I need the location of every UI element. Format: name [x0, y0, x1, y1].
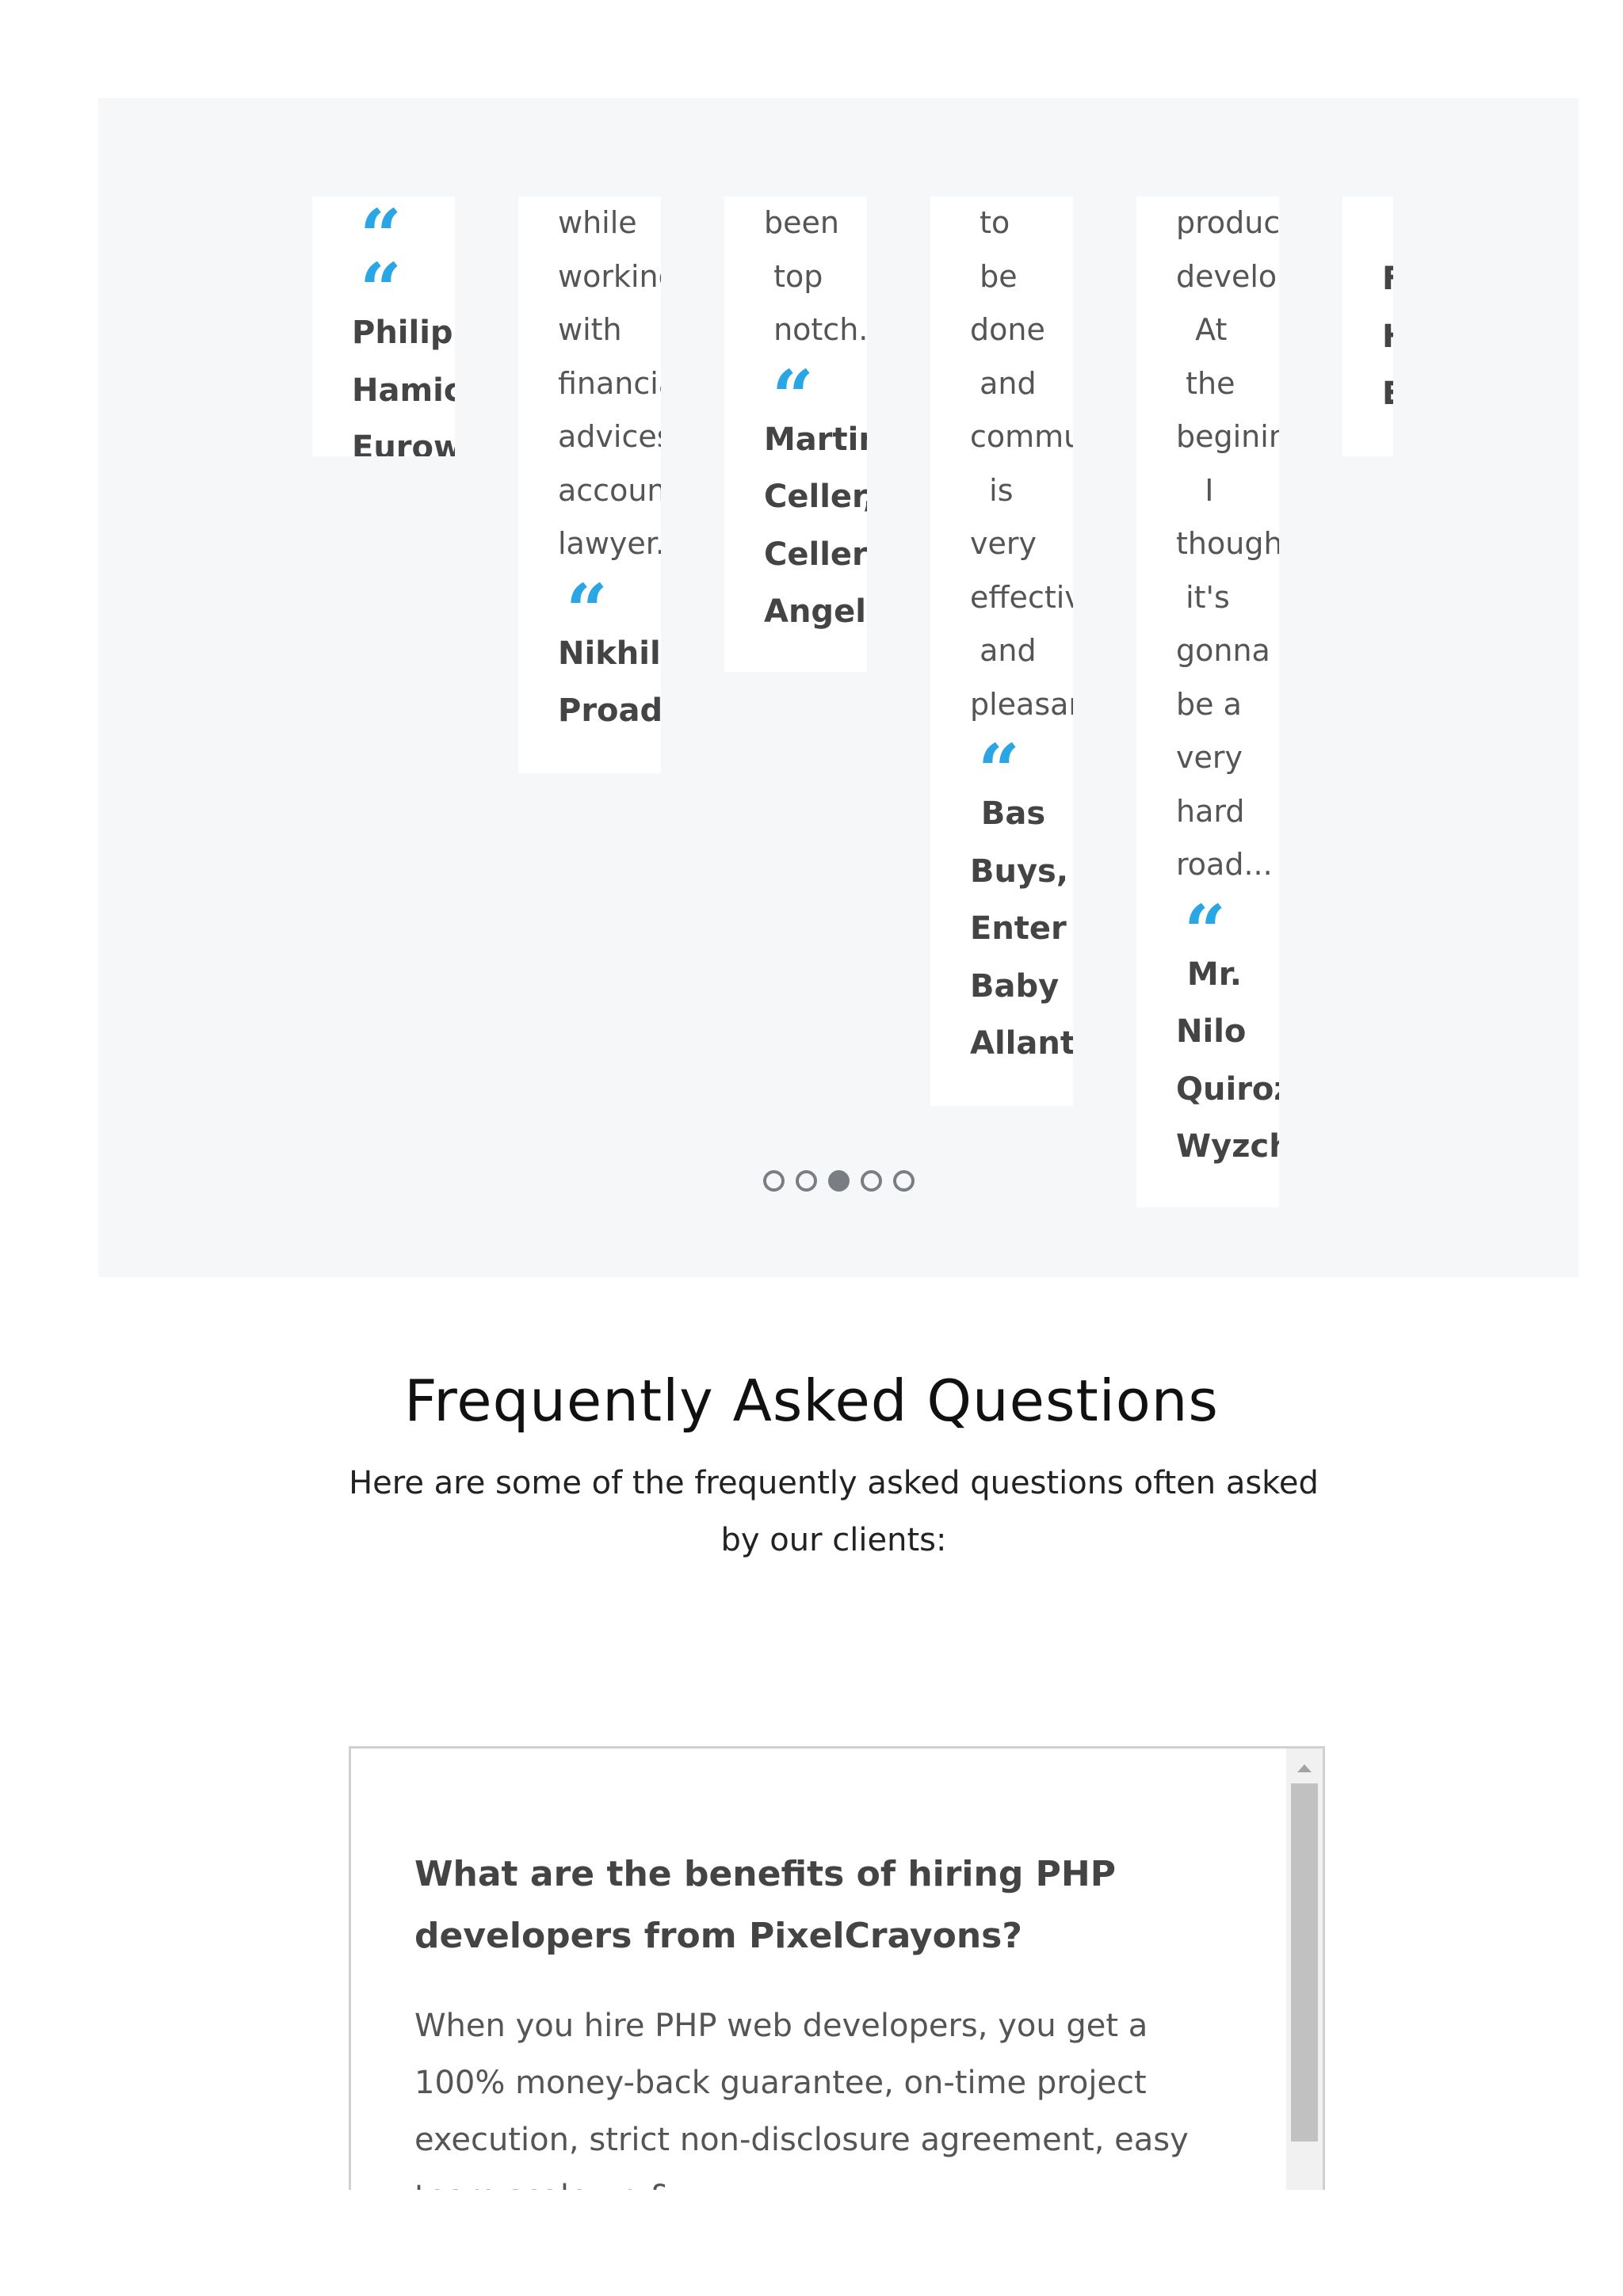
quote-glyph: “	[360, 247, 402, 333]
scroll-up-arrow-icon[interactable]	[1286, 1756, 1323, 1780]
faq-title: Frequently Asked Questions	[404, 1367, 1219, 1434]
carousel-dot[interactable]	[827, 1169, 850, 1192]
testimonial-author-line: Bas	[970, 795, 1046, 832]
faq-panel: What are the benefits of hiring PHP deve…	[349, 1746, 1325, 2190]
quote-glyph: “	[1184, 888, 1226, 974]
testimonial-text-line: and	[970, 365, 1037, 401]
carousel-dot[interactable]	[795, 1169, 817, 1192]
testimonial-author-line: Nilo	[1176, 1013, 1247, 1050]
testimonial-author-line: Mr.	[1176, 955, 1242, 993]
quote-icon: “	[352, 247, 455, 333]
testimonial-author-line: Baby	[970, 967, 1060, 1005]
testimonial-text-line: At	[1176, 312, 1228, 347]
testimonial-text-line: to	[970, 205, 1010, 240]
quote-glyph: “	[772, 353, 814, 440]
quote-icon: “	[970, 728, 1073, 814]
testimonial-author-line: F	[1382, 261, 1393, 297]
testimonial-text-line: hard	[1176, 793, 1245, 829]
testimonial-author-line: Angels	[764, 593, 867, 630]
testimonial-text-line: and	[970, 633, 1037, 668]
testimonial-text-line: the	[1176, 365, 1235, 401]
testimonial-text-line: notch...	[773, 312, 867, 347]
testimonial-text-line: though	[1176, 526, 1279, 561]
testimonial-body: FHE	[1382, 250, 1393, 423]
testimonial-author-line: H	[1382, 308, 1393, 366]
testimonial-author-line: Celler	[764, 536, 867, 573]
testimonial-card: produc develop At the beginin Ithough it's…	[1136, 196, 1279, 1207]
testimonial-text-line: been	[764, 205, 839, 240]
testimonial-text-line: while	[558, 205, 637, 240]
quote-icon: “	[352, 196, 455, 279]
testimonial-text-line: commu	[970, 419, 1073, 454]
testimonial-text-line: is	[970, 472, 1014, 508]
scrollbar-thumb[interactable]	[1291, 1783, 1318, 2142]
carousel-dot[interactable]	[860, 1169, 882, 1192]
testimonial-body: produc develop At the beginin Ithough it's…	[1176, 196, 1279, 1176]
testimonial-text-line: done	[970, 312, 1045, 347]
testimonial-author-line: Quiroz,	[1176, 1070, 1279, 1108]
testimonial-text-line: produc	[1176, 205, 1279, 240]
faq-subtitle: Here are some of the frequently asked qu…	[349, 1465, 1319, 1558]
testimonial-card: while working with financia advices accoun law…	[518, 196, 661, 773]
testimonial-card: FHE	[1342, 196, 1393, 456]
testimonial-text-line: I	[1176, 472, 1214, 508]
quote-icon: “	[764, 353, 867, 440]
testimonial-author-line: Eurowi	[352, 429, 455, 456]
testimonial-card: been top notch... “Martin Celler, Celler Ang…	[724, 196, 867, 672]
testimonial-author-line: Proadv	[558, 692, 661, 729]
testimonial-text-line: road...	[1176, 847, 1273, 882]
testimonial-author-line: Philip	[352, 315, 453, 351]
testimonial-text-line: lawyer.	[558, 526, 661, 561]
testimonial-card: ““PhilipHamichEurowi	[312, 196, 455, 456]
testimonial-text-line: with	[558, 312, 622, 347]
testimonial-text-line: advices	[558, 419, 661, 454]
faq-scrollbar[interactable]	[1286, 1749, 1323, 2190]
testimonial-text-line: develop	[1176, 258, 1279, 294]
testimonial-author-line: Nikhil,	[558, 635, 661, 672]
quote-icon: “	[558, 567, 661, 654]
testimonial-text-line: accoun	[558, 472, 661, 508]
testimonial-text-line: beginin	[1176, 419, 1279, 454]
quote-glyph: “	[978, 728, 1020, 814]
testimonial-text-line: be a	[1176, 686, 1242, 722]
testimonial-author-line: Buys,	[970, 852, 1069, 890]
testimonial-author-line: Celler,	[764, 479, 867, 515]
quote-glyph: “	[360, 196, 402, 279]
carousel-dot[interactable]	[762, 1169, 785, 1192]
testimonial-text-line: financia	[558, 365, 661, 401]
carousel-pagination	[98, 1165, 1579, 1196]
testimonial-body: been top notch... “Martin Celler, Celler Ang…	[764, 196, 867, 641]
testimonial-text-line: effectiv	[970, 579, 1073, 615]
testimonial-body: to be done and commu is very effectiv and ple…	[970, 196, 1073, 1073]
testimonial-text-line: gonna	[1176, 633, 1270, 668]
faq-answer: When you hire PHP web developers, you ge…	[414, 2008, 1189, 2190]
testimonial-author-line: Enter	[970, 910, 1067, 947]
quote-glyph: “	[566, 567, 608, 654]
testimonial-text-line: top	[764, 258, 823, 294]
testimonial-text-line: be	[970, 258, 1018, 294]
testimonial-author-line: E	[1382, 376, 1393, 412]
carousel-dot[interactable]	[892, 1169, 915, 1192]
testimonial-text-line: it's	[1176, 579, 1230, 615]
quote-icon: “	[1176, 888, 1279, 974]
faq-item: What are the benefits of hiring PHP deve…	[414, 1844, 1207, 2190]
testimonial-body: ““PhilipHamichEurowi	[352, 196, 455, 456]
testimonial-card: to be done and commu is very effectiv and ple…	[930, 196, 1073, 1106]
testimonial-author-line: Hamich	[352, 372, 455, 409]
testimonial-author-line: Martin	[764, 421, 867, 458]
faq-question[interactable]: What are the benefits of hiring PHP deve…	[414, 1844, 1207, 1967]
testimonial-carousel: ““PhilipHamichEurowiwhileworkingwithfina…	[98, 98, 1579, 1277]
testimonial-text-line: pleasar	[970, 686, 1073, 722]
testimonial-author-line: Allant	[970, 1025, 1073, 1062]
testimonial-text-line: working	[558, 258, 661, 294]
testimonial-body: while working with financia advices accoun law…	[558, 196, 661, 740]
testimonial-text-line: very	[1176, 740, 1243, 775]
testimonial-text-line: very	[970, 526, 1037, 561]
